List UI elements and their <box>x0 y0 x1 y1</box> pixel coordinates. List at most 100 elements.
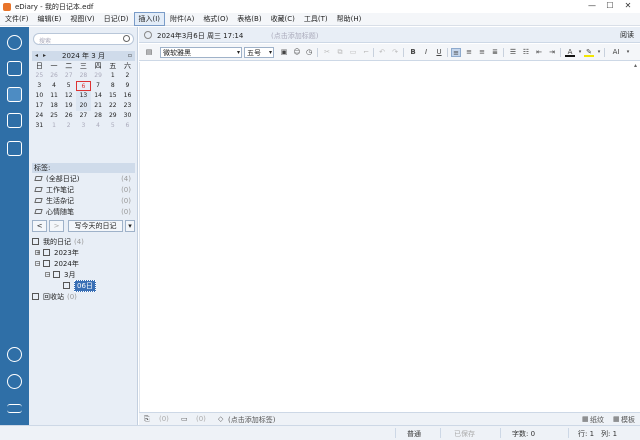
bold-icon[interactable]: B <box>408 48 418 57</box>
toolbar-toggle-icon[interactable]: ▤ <box>144 48 154 57</box>
calendar-day[interactable]: 5 <box>105 121 120 131</box>
paper-icon[interactable]: ▦ <box>582 415 589 423</box>
template-button[interactable]: 模板 <box>621 415 635 425</box>
tag-item-work[interactable]: 工作笔记 (0) <box>32 184 135 195</box>
calendar-day-today[interactable]: 6 <box>76 81 91 91</box>
calendar-day[interactable]: 29 <box>105 111 120 121</box>
indent-increase-icon[interactable]: ⇥ <box>547 48 557 57</box>
menu-help[interactable]: 帮助(H) <box>333 13 366 25</box>
font-color-icon[interactable]: A <box>565 48 575 57</box>
prev-year-icon[interactable]: ▸ <box>43 52 46 59</box>
search-icon[interactable] <box>123 35 130 42</box>
tag-input[interactable]: (点击添加标签) <box>228 415 275 425</box>
redo-icon[interactable]: ↷ <box>390 48 400 57</box>
tree-year-2024[interactable]: − 2024年 <box>32 258 135 269</box>
tag-item-all[interactable]: (全部日记) (4) <box>32 173 135 184</box>
search-input[interactable]: 搜索 <box>33 33 134 45</box>
menu-icon[interactable] <box>7 404 22 413</box>
attachment-icon[interactable]: ⎘ <box>144 415 150 424</box>
tree-month-3[interactable]: − 3月 <box>32 269 135 280</box>
calendar-day[interactable]: 24 <box>32 111 47 121</box>
menu-format[interactable]: 格式(O) <box>199 13 232 25</box>
calendar-day[interactable]: 1 <box>105 71 120 81</box>
calendar-menu-icon[interactable]: ▫ <box>128 52 132 59</box>
chevron-down-icon[interactable]: ▾ <box>623 48 633 57</box>
expand-icon[interactable]: + <box>35 250 40 256</box>
calendar-day[interactable]: 28 <box>91 111 106 121</box>
calendar-day[interactable]: 5 <box>61 81 76 91</box>
calendar-day[interactable]: 21 <box>91 101 106 111</box>
calendar-day[interactable]: 14 <box>91 91 106 101</box>
menu-tools[interactable]: 工具(T) <box>300 13 332 25</box>
calendar-day[interactable]: 11 <box>47 91 62 101</box>
read-mode-button[interactable]: 阅读 <box>620 30 634 40</box>
cut-icon[interactable]: ✂ <box>322 48 332 57</box>
emoji-icon[interactable]: ☺ <box>292 48 302 57</box>
menu-table[interactable]: 表格(B) <box>233 13 265 25</box>
calendar-day[interactable]: 26 <box>47 71 62 81</box>
menu-favorites[interactable]: 收藏(C) <box>267 13 299 25</box>
tag-icon[interactable]: ◇ <box>218 415 223 423</box>
diary-icon[interactable] <box>7 87 22 102</box>
editor-area[interactable]: ▴ <box>139 62 640 412</box>
bullet-list-icon[interactable]: ☰ <box>508 48 518 57</box>
calendar-day[interactable]: 30 <box>120 111 135 121</box>
calendar-day[interactable]: 9 <box>120 81 135 91</box>
home-icon[interactable] <box>7 61 22 76</box>
more-options-button[interactable]: ▾ <box>125 220 135 232</box>
align-center-icon[interactable]: ≡ <box>464 48 474 57</box>
write-today-button[interactable]: 写今天的日记 <box>68 220 123 232</box>
calendar-day[interactable]: 1 <box>47 121 62 131</box>
calendar-day[interactable]: 13 <box>76 91 91 101</box>
tag-item-life[interactable]: 生活杂记 (0) <box>32 195 135 206</box>
gear-icon[interactable] <box>7 374 22 389</box>
paper-button[interactable]: 纸纹 <box>590 415 604 425</box>
calendar-day[interactable]: 25 <box>32 71 47 81</box>
paste-icon[interactable]: ▭ <box>348 48 358 57</box>
chevron-down-icon[interactable]: ▾ <box>594 48 604 57</box>
calendar-day[interactable]: 8 <box>105 81 120 91</box>
calendar-day[interactable]: 27 <box>61 71 76 81</box>
user-icon[interactable] <box>7 35 22 50</box>
calendar-day[interactable]: 29 <box>91 71 106 81</box>
calendar-day[interactable]: 27 <box>76 111 91 121</box>
underline-icon[interactable]: U <box>434 48 444 57</box>
align-right-icon[interactable]: ≡ <box>477 48 487 57</box>
tree-year-2023[interactable]: + 2023年 <box>32 247 135 258</box>
calendar-day[interactable]: 22 <box>105 101 120 111</box>
calendar-day[interactable]: 25 <box>47 111 62 121</box>
calendar-day[interactable]: 26 <box>61 111 76 121</box>
calendar-day[interactable]: 10 <box>32 91 47 101</box>
undo-icon[interactable]: ↶ <box>377 48 387 57</box>
prev-diary-button[interactable]: < <box>32 220 47 232</box>
menu-edit[interactable]: 编辑(E) <box>34 13 66 25</box>
calendar-day[interactable]: 2 <box>120 71 135 81</box>
italic-icon[interactable]: I <box>421 48 431 57</box>
calendar-day[interactable]: 23 <box>120 101 135 111</box>
sync-icon[interactable] <box>7 347 22 362</box>
tree-trash[interactable]: 回收站 (0) <box>32 291 135 302</box>
calendar-day[interactable]: 6 <box>120 121 135 131</box>
menu-attachment[interactable]: 附件(A) <box>166 13 198 25</box>
document-icon[interactable] <box>7 113 22 128</box>
prev-month-icon[interactable]: ◂ <box>35 52 38 59</box>
next-diary-button[interactable]: > <box>49 220 64 232</box>
menu-diary[interactable]: 日记(D) <box>100 13 133 25</box>
calendar-day[interactable]: 31 <box>32 121 47 131</box>
calendar-day[interactable]: 3 <box>32 81 47 91</box>
entry-title-input[interactable]: (点击添加标题) <box>271 31 318 41</box>
highlight-color-icon[interactable]: ✎ <box>584 48 594 57</box>
weather-icon[interactable] <box>144 31 152 39</box>
font-size-select[interactable]: 五号 ▾ <box>244 47 274 58</box>
calendar-day[interactable]: 2 <box>61 121 76 131</box>
close-button[interactable]: ✕ <box>619 1 637 11</box>
calendar-day[interactable]: 19 <box>61 101 76 111</box>
entry-date[interactable]: 2024年3月6日 周三 17:14 <box>157 31 243 41</box>
collapse-icon[interactable]: − <box>35 261 40 267</box>
calendar-day[interactable]: 12 <box>61 91 76 101</box>
menu-view[interactable]: 视图(V) <box>66 13 98 25</box>
ai-icon[interactable]: AI <box>609 48 623 57</box>
image-icon[interactable]: ▣ <box>279 48 289 57</box>
calendar-day[interactable]: 4 <box>47 81 62 91</box>
minimize-button[interactable]: — <box>583 1 601 11</box>
